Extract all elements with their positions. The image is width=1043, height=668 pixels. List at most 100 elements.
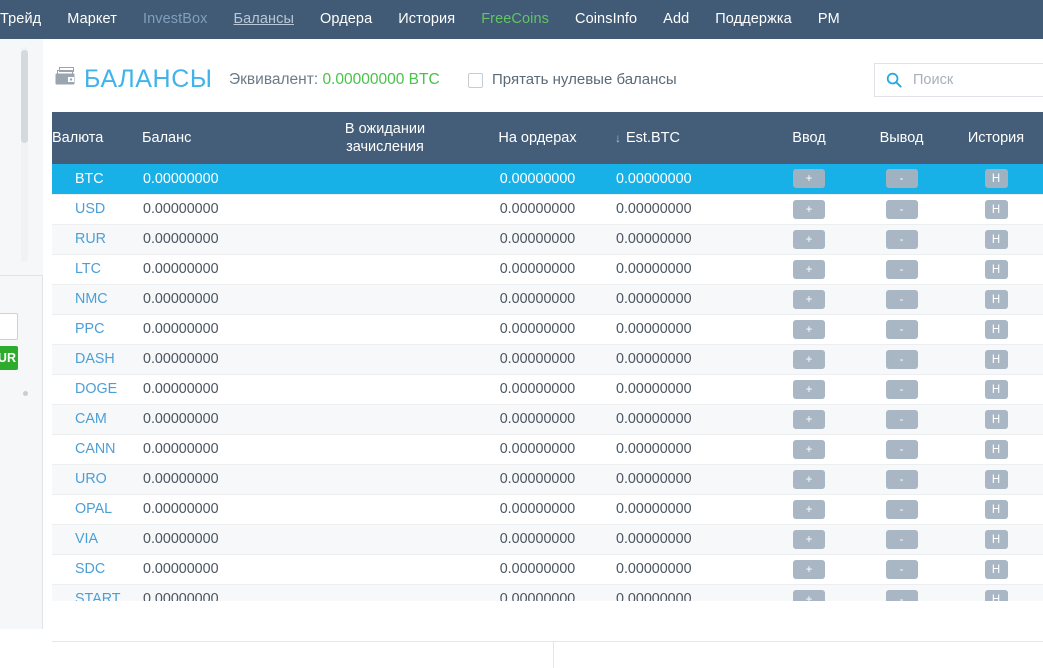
history-button[interactable]: H	[985, 380, 1008, 399]
table-row[interactable]: PPC0.000000000.000000000.00000000+-H	[52, 314, 1043, 344]
history-button[interactable]: H	[985, 350, 1008, 369]
currency-link[interactable]: DASH	[75, 351, 115, 367]
history-button[interactable]: H	[985, 200, 1008, 219]
history-button[interactable]: H	[985, 500, 1008, 519]
table-row[interactable]: URO0.000000000.000000000.00000000+-H	[52, 464, 1043, 494]
deposit-button[interactable]: +	[793, 380, 825, 399]
search-input[interactable]	[911, 65, 1043, 95]
nav-pm[interactable]: PM	[805, 0, 853, 39]
deposit-button[interactable]: +	[793, 169, 825, 188]
history-button[interactable]: H	[985, 590, 1008, 602]
withdraw-button[interactable]: -	[886, 230, 918, 249]
currency-link[interactable]: OPAL	[75, 501, 112, 517]
deposit-button[interactable]: +	[793, 290, 825, 309]
history-button[interactable]: H	[985, 260, 1008, 279]
table-row[interactable]: OPAL0.000000000.000000000.00000000+-H	[52, 494, 1043, 524]
column-header-deposit[interactable]: Ввод	[764, 112, 854, 164]
currency-link[interactable]: BTC	[75, 171, 104, 187]
search-box[interactable]	[874, 63, 1043, 97]
currency-link[interactable]: PPC	[75, 321, 104, 337]
left-panel-scrollbar-thumb[interactable]	[21, 50, 28, 143]
deposit-button[interactable]: +	[793, 440, 825, 459]
table-row[interactable]: DOGE0.000000000.000000000.00000000+-H	[52, 374, 1043, 404]
withdraw-button[interactable]: -	[886, 380, 918, 399]
history-button[interactable]: H	[985, 230, 1008, 249]
nav-coinsinfo[interactable]: CoinsInfo	[562, 0, 650, 39]
withdraw-button[interactable]: -	[886, 440, 918, 459]
currency-link[interactable]: VIA	[75, 531, 98, 547]
deposit-button[interactable]: +	[793, 230, 825, 249]
column-header-est-btc[interactable]: ↓Est.BTC	[615, 112, 764, 164]
hide-zero-balances-label[interactable]: Прятать нулевые балансы	[492, 70, 677, 90]
deposit-button[interactable]: +	[793, 590, 825, 602]
withdraw-button[interactable]: -	[886, 290, 918, 309]
table-row[interactable]: SDC0.000000000.000000000.00000000+-H	[52, 554, 1043, 584]
nav-history[interactable]: История	[385, 0, 468, 39]
withdraw-button[interactable]: -	[886, 470, 918, 489]
withdraw-button[interactable]: -	[886, 320, 918, 339]
history-button[interactable]: H	[985, 530, 1008, 549]
table-row[interactable]: RUR0.000000000.000000000.00000000+-H	[52, 224, 1043, 254]
history-button[interactable]: H	[985, 560, 1008, 579]
table-row[interactable]: CANN0.000000000.000000000.00000000+-H	[52, 434, 1043, 464]
table-row[interactable]: VIA0.000000000.000000000.00000000+-H	[52, 524, 1043, 554]
table-row[interactable]: CAM0.000000000.000000000.00000000+-H	[52, 404, 1043, 434]
currency-link[interactable]: SDC	[75, 561, 105, 577]
currency-link[interactable]: CAM	[75, 411, 107, 427]
table-row[interactable]: USD0.000000000.000000000.00000000+-H	[52, 194, 1043, 224]
nav-market[interactable]: Маркет	[54, 0, 130, 39]
currency-link[interactable]: NMC	[75, 291, 108, 307]
nav-add[interactable]: Add	[650, 0, 702, 39]
currency-link[interactable]: DOGE	[75, 381, 117, 397]
deposit-button[interactable]: +	[793, 470, 825, 489]
currency-link[interactable]: CANN	[75, 441, 116, 457]
withdraw-button[interactable]: -	[886, 169, 918, 188]
column-header-withdraw[interactable]: Вывод	[854, 112, 949, 164]
left-panel-amount-input[interactable]	[0, 313, 18, 340]
withdraw-button[interactable]: -	[886, 590, 918, 602]
currency-link[interactable]: START	[75, 591, 121, 601]
withdraw-button[interactable]: -	[886, 260, 918, 279]
currency-link[interactable]: URO	[75, 471, 107, 487]
withdraw-button[interactable]: -	[886, 200, 918, 219]
history-button[interactable]: H	[985, 410, 1008, 429]
withdraw-button[interactable]: -	[886, 530, 918, 549]
table-row[interactable]: DASH0.000000000.000000000.00000000+-H	[52, 344, 1043, 374]
column-header-history[interactable]: История	[949, 112, 1043, 164]
deposit-button[interactable]: +	[793, 260, 825, 279]
deposit-button[interactable]: +	[793, 500, 825, 519]
nav-trade[interactable]: Трейд	[0, 0, 54, 39]
nav-support[interactable]: Поддержка	[702, 0, 805, 39]
deposit-button[interactable]: +	[793, 350, 825, 369]
currency-link[interactable]: LTC	[75, 261, 101, 277]
hide-zero-balances-checkbox[interactable]	[468, 73, 483, 88]
deposit-button[interactable]: +	[793, 320, 825, 339]
history-button[interactable]: H	[985, 470, 1008, 489]
column-header-currency[interactable]: Валюта	[52, 112, 142, 164]
currency-link[interactable]: USD	[75, 201, 105, 217]
history-button[interactable]: H	[985, 169, 1008, 188]
history-button[interactable]: H	[985, 290, 1008, 309]
withdraw-button[interactable]: -	[886, 560, 918, 579]
hide-zero-balances-control[interactable]: Прятать нулевые балансы	[468, 70, 677, 90]
left-panel-currency-button[interactable]: RUR	[0, 346, 18, 370]
table-row[interactable]: LTC0.000000000.000000000.00000000+-H	[52, 254, 1043, 284]
history-button[interactable]: H	[985, 440, 1008, 459]
nav-freecoins[interactable]: FreeCoins	[468, 0, 562, 39]
table-row[interactable]: START0.000000000.000000000.00000000+-H	[52, 584, 1043, 601]
deposit-button[interactable]: +	[793, 560, 825, 579]
deposit-button[interactable]: +	[793, 410, 825, 429]
withdraw-button[interactable]: -	[886, 410, 918, 429]
deposit-button[interactable]: +	[793, 530, 825, 549]
currency-link[interactable]: RUR	[75, 231, 106, 247]
withdraw-button[interactable]: -	[886, 500, 918, 519]
nav-orders[interactable]: Ордера	[307, 0, 385, 39]
withdraw-button[interactable]: -	[886, 350, 918, 369]
deposit-button[interactable]: +	[793, 200, 825, 219]
column-header-balance[interactable]: Баланс	[142, 112, 310, 164]
nav-balances[interactable]: Балансы	[221, 0, 307, 39]
nav-investbox[interactable]: InvestBox	[130, 0, 221, 39]
history-button[interactable]: H	[985, 320, 1008, 339]
table-row[interactable]: BTC0.000000000.000000000.00000000+-H	[52, 164, 1043, 194]
column-header-on-orders[interactable]: На ордерах	[460, 112, 615, 164]
